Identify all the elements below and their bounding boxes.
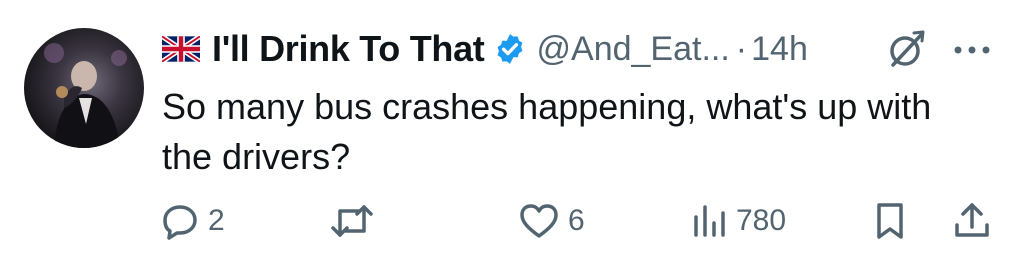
bookmark-button[interactable] xyxy=(872,196,908,246)
views-count: 780 xyxy=(736,204,787,237)
share-icon xyxy=(955,203,989,237)
timestamp[interactable]: 14h xyxy=(751,30,808,69)
share-button[interactable] xyxy=(952,196,992,246)
retweet-icon xyxy=(331,205,373,237)
avatar-photo xyxy=(44,43,127,148)
avatar[interactable] xyxy=(24,28,144,148)
views-button[interactable]: 780 xyxy=(690,196,786,246)
tweet-actions: 2 6 780 xyxy=(0,196,1024,246)
user-handle[interactable]: @And_Eat... xyxy=(537,30,730,69)
views-icon xyxy=(694,205,725,237)
uk-flag-icon xyxy=(162,36,200,62)
heart-icon xyxy=(520,204,558,238)
reply-count: 2 xyxy=(208,204,225,237)
grok-icon[interactable] xyxy=(884,28,928,72)
verified-badge-icon[interactable] xyxy=(493,32,527,66)
tweet[interactable]: I'll Drink To That @And_Eat... · 14h So … xyxy=(0,0,1024,270)
bookmark-icon xyxy=(877,203,903,239)
tweet-text: So many bus crashes happening, what's up… xyxy=(162,86,932,177)
separator-dot: · xyxy=(735,29,748,68)
tweet-header: I'll Drink To That @And_Eat... · 14h xyxy=(162,24,808,74)
retweet-button[interactable] xyxy=(330,196,374,246)
like-count: 6 xyxy=(568,204,585,237)
more-icon[interactable] xyxy=(950,38,994,62)
reply-button[interactable]: 2 xyxy=(160,196,225,246)
reply-icon xyxy=(163,205,197,240)
display-name[interactable]: I'll Drink To That xyxy=(212,28,485,70)
like-button[interactable]: 6 xyxy=(518,196,585,246)
